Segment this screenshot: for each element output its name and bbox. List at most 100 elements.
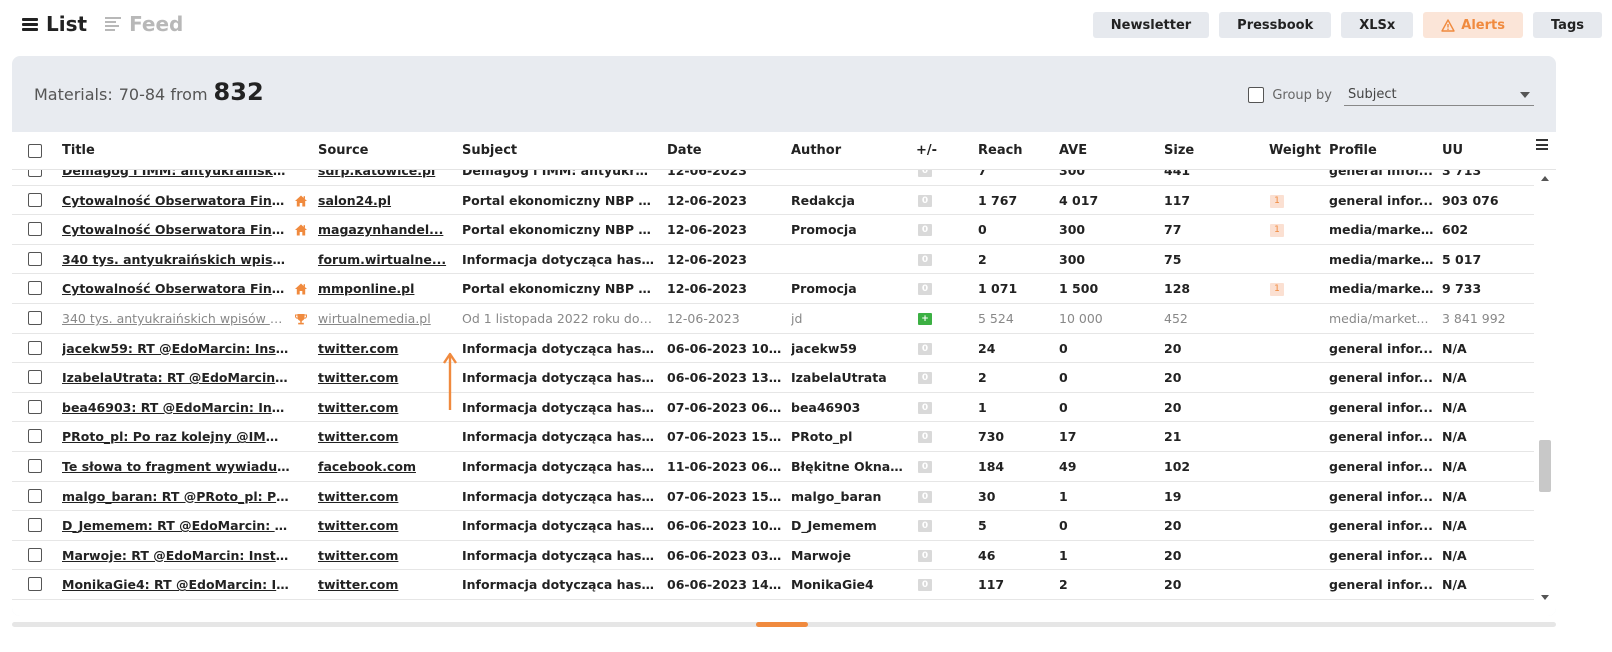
cell-source[interactable]: forum.wirtualne... [318,245,450,275]
select-all-checkbox[interactable] [28,144,42,158]
cell-title[interactable]: MonikaGie4: RT @EdoMarcin: In... [62,570,290,600]
cell-source[interactable]: twitter.com [318,511,450,541]
table-row[interactable]: Marwoje: RT @EdoMarcin: Instyt... twitter… [12,541,1534,571]
cell-source[interactable]: twitter.com [318,393,450,423]
delta-badge[interactable]: 0 [918,342,932,355]
table-row[interactable]: Te słowa to fragment wywiadu z... faceboo… [12,452,1534,482]
column-menu-icon[interactable] [1536,139,1548,150]
row-checkbox[interactable] [28,340,42,355]
row-checkbox[interactable] [28,251,42,266]
cell-title[interactable]: jacekw59: RT @EdoMarcin: Insty... [62,334,290,364]
row-checkbox[interactable] [28,577,42,592]
col-uu[interactable]: UU [1442,143,1463,158]
delta-badge[interactable]: 0 [918,283,932,296]
newsletter-button[interactable]: Newsletter [1092,12,1210,38]
row-checkbox[interactable] [28,547,42,562]
delta-badge[interactable]: 0 [918,194,932,207]
scroll-up-icon[interactable] [1541,176,1549,181]
group-by-select[interactable]: Subject [1344,84,1534,106]
row-checkbox[interactable] [28,459,42,473]
delta-badge[interactable]: 0 [918,431,932,444]
cell-title[interactable]: Demagog i IMM: antyukraińska ... [62,170,290,186]
col-date[interactable]: Date [667,143,702,158]
cell-source[interactable]: twitter.com [318,363,450,393]
cell-source[interactable]: magazynhandel... [318,215,450,245]
cell-source[interactable]: wirtualnemedia.pl [318,304,450,334]
cell-source[interactable]: twitter.com [318,334,450,364]
col-profile[interactable]: Profile [1329,143,1377,158]
row-checkbox[interactable] [28,192,42,207]
delta-badge[interactable]: 0 [918,401,932,414]
row-checkbox[interactable] [28,518,42,533]
col-delta[interactable]: +/- [916,143,937,158]
row-checkbox[interactable] [28,488,42,503]
cell-source[interactable]: twitter.com [318,482,450,512]
cell-title[interactable]: bea46903: RT @EdoMarcin: Insty... [62,393,290,423]
cell-title[interactable]: PRoto_pl: Po raz kolejny @IMMo... [62,422,290,452]
group-by-checkbox[interactable] [1248,87,1265,103]
cell-source[interactable]: mmponline.pl [318,274,450,304]
cell-source[interactable]: salon24.pl [318,186,450,216]
table-row[interactable]: D_Jememem: RT @EdoMarcin: I... twitter.co… [12,511,1534,541]
delta-badge[interactable]: 0 [918,253,932,266]
table-row[interactable]: Cytowalność Obserwatora Finan... magazynh… [12,215,1534,245]
table-row[interactable]: Cytowalność Obserwatora Finan... mmponlin… [12,274,1534,304]
table-row[interactable]: malgo_baran: RT @PRoto_pl: Po ... twitter… [12,482,1534,512]
cell-source[interactable]: facebook.com [318,452,450,482]
cell-title[interactable]: malgo_baran: RT @PRoto_pl: Po ... [62,482,290,512]
col-subject[interactable]: Subject [462,143,517,158]
delta-badge[interactable]: 0 [918,490,932,503]
table-row[interactable]: 340 tys. antyukraińskich wpisów w... wirt… [12,304,1534,334]
cell-title[interactable]: 340 tys. antyukraińskich wpisów... [62,245,290,275]
horizontal-scroll-thumb[interactable] [756,622,808,627]
row-checkbox[interactable] [28,170,42,177]
alerts-button[interactable]: Alerts [1423,12,1523,38]
cell-title[interactable]: D_Jememem: RT @EdoMarcin: I... [62,511,290,541]
table-row[interactable]: bea46903: RT @EdoMarcin: Insty... twitter… [12,393,1534,423]
delta-badge[interactable]: 0 [918,170,932,177]
col-weight[interactable]: Weight [1269,143,1321,158]
delta-badge[interactable]: 0 [918,461,932,473]
scroll-down-icon[interactable] [1541,595,1549,600]
col-title[interactable]: Title [62,143,95,158]
vertical-scrollbar[interactable] [1538,170,1552,606]
delta-badge[interactable]: 0 [918,549,932,562]
row-checkbox[interactable] [28,281,42,296]
col-ave[interactable]: AVE [1059,143,1087,158]
cell-title[interactable]: Cytowalność Obserwatora Finan... [62,215,290,245]
col-source[interactable]: Source [318,143,368,158]
cell-source[interactable]: sdrp.katowice.pl [318,170,450,186]
cell-source[interactable]: twitter.com [318,422,450,452]
tags-button[interactable]: Tags [1532,12,1602,38]
pressbook-button[interactable]: Pressbook [1219,12,1332,38]
col-size[interactable]: Size [1164,143,1194,158]
table-row[interactable]: Cytowalność Obserwatora Finan... salon24.… [12,186,1534,216]
cell-title[interactable]: 340 tys. antyukraińskich wpisów w... [62,304,290,334]
delta-badge[interactable]: 0 [918,372,932,385]
delta-badge[interactable]: 0 [918,224,932,237]
delta-badge[interactable]: + [918,313,932,325]
table-row[interactable]: 340 tys. antyukraińskich wpisów... forum.… [12,245,1534,275]
tab-list[interactable]: List [22,12,87,36]
col-reach[interactable]: Reach [978,143,1023,158]
scroll-thumb[interactable] [1539,440,1551,492]
table-row[interactable]: Demagog i IMM: antyukraińska ... sdrp.kat… [12,170,1534,186]
cell-title[interactable]: IzabelaUtrata: RT @EdoMarcin: I... [62,363,290,393]
delta-badge[interactable]: 0 [918,579,932,592]
cell-source[interactable]: twitter.com [318,541,450,571]
cell-title[interactable]: Marwoje: RT @EdoMarcin: Instyt... [62,541,290,571]
table-row[interactable]: IzabelaUtrata: RT @EdoMarcin: I... twitte… [12,363,1534,393]
row-checkbox[interactable] [28,429,42,444]
table-row[interactable]: MonikaGie4: RT @EdoMarcin: In... twitter.… [12,570,1534,600]
row-checkbox[interactable] [28,222,42,237]
cell-title[interactable]: Cytowalność Obserwatora Finan... [62,274,290,304]
xlsx-button[interactable]: XLSx [1341,12,1414,38]
cell-source[interactable]: twitter.com [318,570,450,600]
table-row[interactable]: jacekw59: RT @EdoMarcin: Insty... twitter… [12,334,1534,364]
row-checkbox[interactable] [28,311,42,325]
row-checkbox[interactable] [28,399,42,414]
delta-badge[interactable]: 0 [918,520,932,533]
tab-feed[interactable]: Feed [105,12,183,36]
table-row[interactable]: PRoto_pl: Po raz kolejny @IMMo... twitter… [12,422,1534,452]
row-checkbox[interactable] [28,370,42,385]
